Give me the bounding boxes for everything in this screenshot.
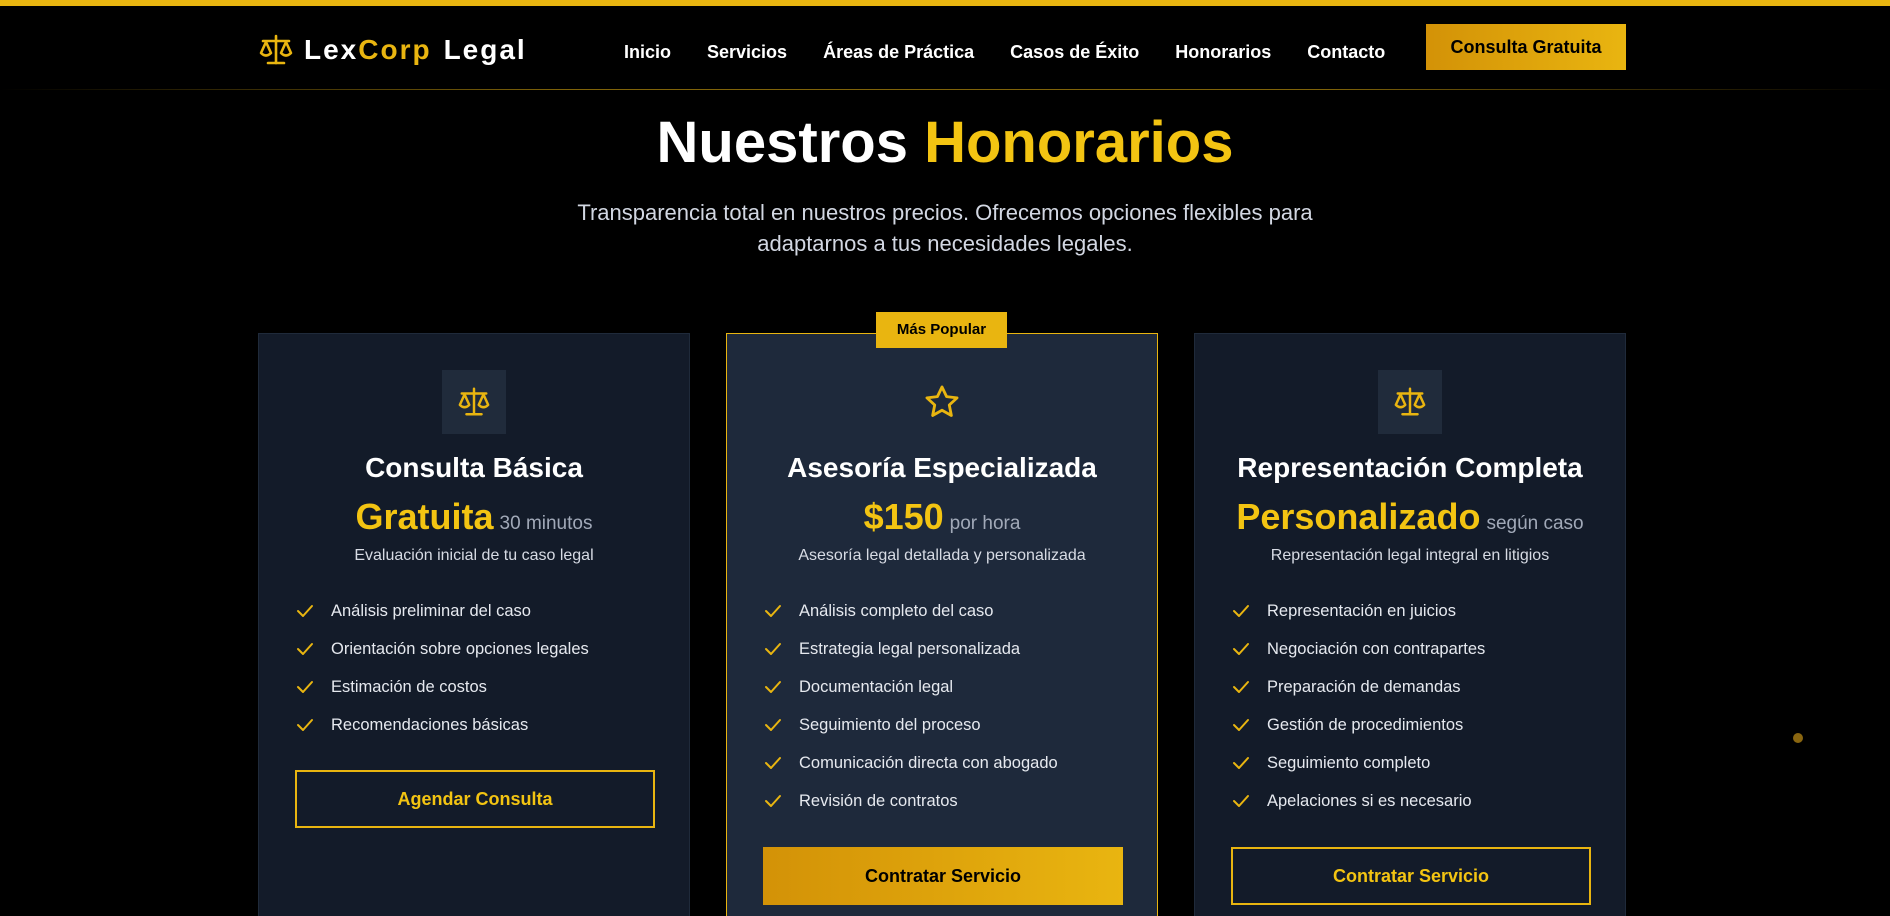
page-subtitle: Transparencia total en nuestros precios.… <box>577 200 1313 256</box>
check-icon <box>765 795 781 807</box>
plan-feature: Seguimiento completo <box>1231 744 1485 782</box>
nav-link-honorarios[interactable]: Honorarios <box>1175 34 1271 70</box>
plan-feature: Negociación con contrapartes <box>1231 630 1485 668</box>
plan-icon-box <box>910 370 974 434</box>
plan-feature-text: Revisión de contratos <box>799 791 958 810</box>
plan-feature-text: Representación en juicios <box>1267 601 1456 620</box>
plan-features-list: Análisis completo del caso Estrategia le… <box>763 592 1058 820</box>
plan-feature-text: Recomendaciones básicas <box>331 715 529 734</box>
plan-feature: Apelaciones si es necesario <box>1231 782 1485 820</box>
check-icon <box>1233 757 1249 769</box>
title-part-1: Nuestros <box>656 110 908 175</box>
plan-feature-text: Gestión de procedimientos <box>1267 715 1464 734</box>
nav-link-contacto[interactable]: Contacto <box>1307 34 1385 70</box>
plan-period: por hora <box>949 513 1021 534</box>
plan-feature-text: Negociación con contrapartes <box>1267 639 1486 658</box>
plan-feature-text: Documentación legal <box>799 677 954 696</box>
plan-card-specialized: Asesoría Especializada $150 por hora Ases… <box>726 333 1158 916</box>
check-icon <box>765 757 781 769</box>
scale-icon <box>458 387 490 416</box>
plan-feature-text: Orientación sobre opciones legales <box>331 639 589 658</box>
plan-feature: Gestión de procedimientos <box>1231 706 1485 744</box>
plan-period: según caso <box>1486 513 1584 534</box>
plan-feature-text: Preparación de demandas <box>1267 677 1461 696</box>
main-nav: Inicio Servicios Áreas de Práctica Casos… <box>624 34 1385 70</box>
check-icon <box>1233 719 1249 731</box>
plan-feature-text: Comunicación directa con abogado <box>799 753 1058 772</box>
check-icon <box>297 643 313 655</box>
brand-name-legal: Legal <box>443 34 527 65</box>
plan-feature: Análisis completo del caso <box>763 592 1058 630</box>
plan-price: $150 <box>863 496 944 537</box>
scale-icon <box>1394 387 1426 416</box>
schedule-consultation-button[interactable]: Agendar Consulta <box>295 770 655 828</box>
brand-name-lex: Lex <box>304 34 359 65</box>
decorative-dot <box>1793 733 1803 743</box>
plan-feature: Estimación de costos <box>295 668 589 706</box>
plan-features-list: Representación en juicios Negociación co… <box>1231 592 1485 820</box>
title-part-2-highlight: Honorarios <box>924 110 1234 175</box>
plan-card-basic: Consulta Básica Gratuita 30 minutos Evalu… <box>258 333 690 916</box>
nav-link-servicios[interactable]: Servicios <box>707 34 787 70</box>
plan-icon-box <box>442 370 506 434</box>
plan-price: Personalizado <box>1236 496 1481 537</box>
plan-feature: Recomendaciones básicas <box>295 706 589 744</box>
check-icon <box>765 643 781 655</box>
check-icon <box>1233 605 1249 617</box>
plan-feature: Preparación de demandas <box>1231 668 1485 706</box>
check-icon <box>765 605 781 617</box>
plan-price-row: $150 por hora <box>727 494 1157 548</box>
check-icon <box>1233 681 1249 693</box>
plan-feature: Análisis preliminar del caso <box>295 592 589 630</box>
plan-feature-text: Seguimiento del proceso <box>799 715 981 734</box>
plan-name: Representación Completa <box>1237 452 1583 483</box>
brand-logo[interactable]: LexCorp Legal <box>258 30 527 70</box>
page-title: Nuestros Honorarios <box>0 108 1890 178</box>
plan-card-full-representation: Representación Completa Personalizado seg… <box>1194 333 1626 916</box>
plan-feature: Orientación sobre opciones legales <box>295 630 589 668</box>
plan-feature: Comunicación directa con abogado <box>763 744 1058 782</box>
plan-name: Asesoría Especializada <box>787 452 1097 483</box>
plan-feature: Documentación legal <box>763 668 1058 706</box>
plan-features-list: Análisis preliminar del caso Orientación… <box>295 592 589 744</box>
plan-feature-text: Apelaciones si es necesario <box>1267 791 1472 810</box>
brand-name-corp: Corp <box>358 34 432 65</box>
plan-feature: Estrategia legal personalizada <box>763 630 1058 668</box>
hire-service-button[interactable]: Contratar Servicio <box>1231 847 1591 905</box>
plan-price: Gratuita <box>355 496 494 537</box>
check-icon <box>297 719 313 731</box>
check-icon <box>297 681 313 693</box>
plan-price-row: Gratuita 30 minutos <box>259 494 689 548</box>
check-icon <box>765 681 781 693</box>
plan-description: Representación legal integral en litigio… <box>1270 547 1550 564</box>
plan-feature-text: Estrategia legal personalizada <box>799 639 1021 658</box>
check-icon <box>765 719 781 731</box>
plan-feature-text: Análisis completo del caso <box>799 601 994 620</box>
plan-description: Asesoría legal detallada y personalizada <box>798 547 1086 564</box>
nav-link-areas-de-practica[interactable]: Áreas de Práctica <box>823 34 974 70</box>
check-icon <box>297 605 313 617</box>
scale-icon <box>259 34 293 65</box>
check-icon <box>1233 795 1249 807</box>
hire-service-button[interactable]: Contratar Servicio <box>763 847 1123 905</box>
plan-feature-text: Análisis preliminar del caso <box>331 601 531 620</box>
nav-link-inicio[interactable]: Inicio <box>624 34 671 70</box>
check-icon <box>1233 643 1249 655</box>
plan-name: Consulta Básica <box>365 452 583 483</box>
plan-feature-text: Estimación de costos <box>331 677 487 696</box>
star-icon <box>925 385 959 417</box>
nav-link-casos-de-exito[interactable]: Casos de Éxito <box>1010 34 1139 70</box>
plan-price-row: Personalizado según caso <box>1195 494 1625 548</box>
plan-feature: Seguimiento del proceso <box>763 706 1058 744</box>
plan-period: 30 minutos <box>499 513 593 534</box>
navbar: LexCorp Legal Inicio Servicios Áreas de P… <box>0 6 1890 90</box>
free-consultation-button[interactable]: Consulta Gratuita <box>1426 24 1626 70</box>
plan-feature-text: Seguimiento completo <box>1267 753 1431 772</box>
plan-icon-box <box>1378 370 1442 434</box>
plan-description: Evaluación inicial de tu caso legal <box>354 547 594 564</box>
plan-feature: Representación en juicios <box>1231 592 1485 630</box>
popular-badge: Más Popular <box>876 312 1007 348</box>
plan-feature: Revisión de contratos <box>763 782 1058 820</box>
